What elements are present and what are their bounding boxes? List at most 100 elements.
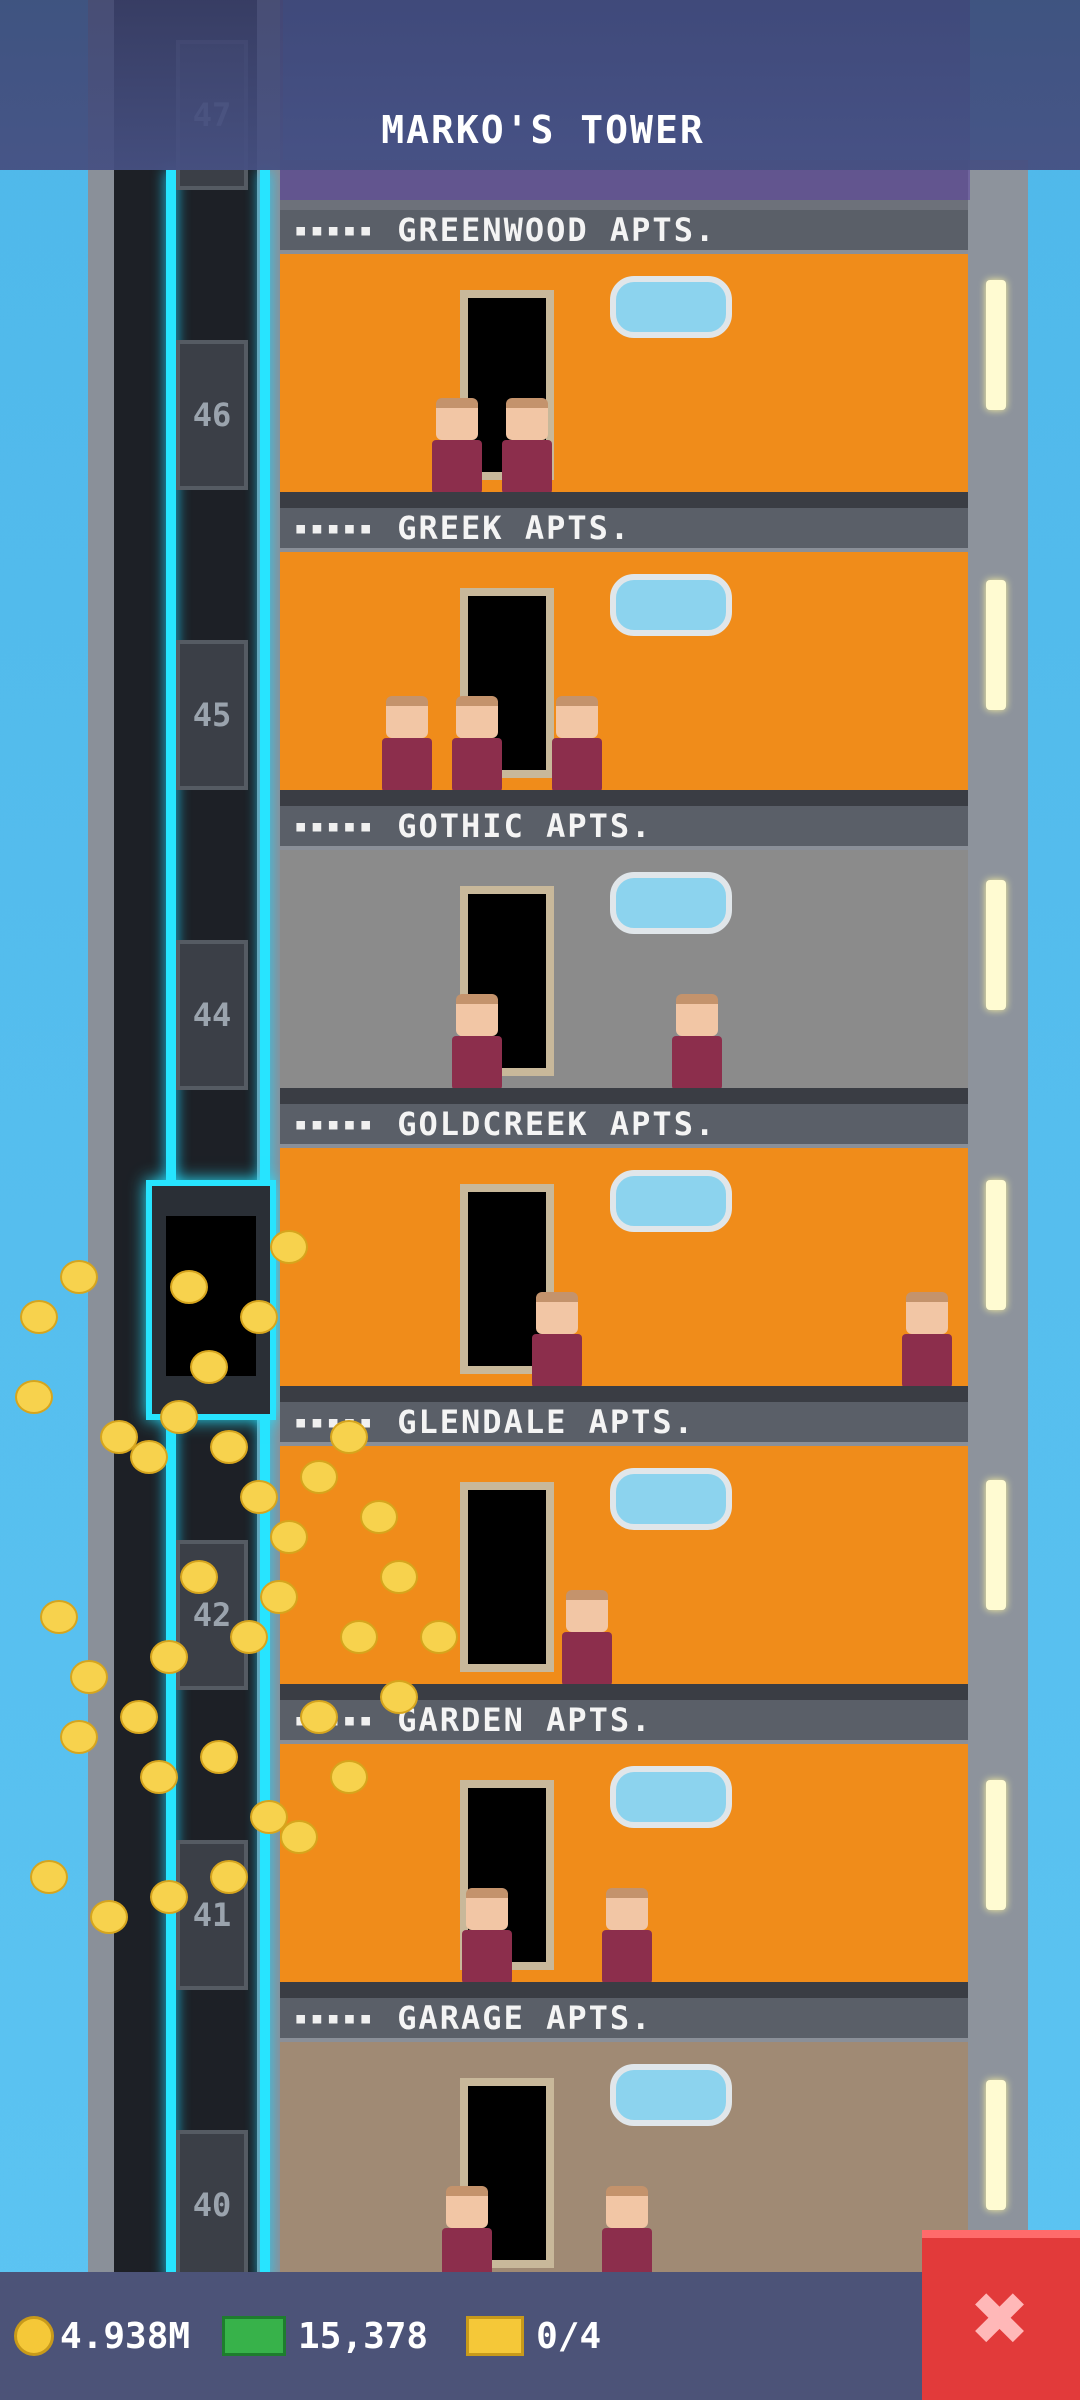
gold-coin [90,1900,128,1934]
floor-room[interactable] [280,850,970,1104]
resident[interactable] [670,994,724,1090]
resident[interactable] [460,1888,514,1984]
floor-rating: ▪▪▪▪▪ [294,813,376,839]
window [610,276,732,338]
floor-number: 46 [176,340,248,490]
gold-coin [20,1300,58,1334]
title-bar: MARKO'S TOWER [0,0,1080,170]
gold-coin [30,1860,68,1894]
resident-body [532,1334,582,1388]
floor[interactable]: ▪▪▪▪▪ GREENWOOD APTS. [280,210,970,508]
window [610,1766,732,1828]
floor-room[interactable] [280,1148,970,1402]
resident[interactable] [450,696,504,792]
apartment-door [460,1482,554,1672]
elevator-shaft: 47 46 45 44 42 41 40 [88,0,283,2280]
resident[interactable] [440,2186,494,2282]
floor-room[interactable] [280,254,970,508]
gold-coin [210,1430,248,1464]
gold-coin [180,1560,218,1594]
gold-coin [300,1460,338,1494]
gold-coin [40,1600,78,1634]
gold-coin [330,1420,368,1454]
bux-icon [222,2316,287,2356]
resident-body [502,440,552,494]
floor-rating: ▪▪▪▪▪ [294,1111,376,1137]
gold-coin [140,1760,178,1794]
floor[interactable]: ▪▪▪▪▪ GARAGE APTS. [280,1998,970,2296]
floor-rating: ▪▪▪▪▪ [294,217,376,243]
floor-room[interactable] [280,1744,970,1998]
resident[interactable] [530,1292,584,1388]
gold-coin [360,1500,398,1534]
floor[interactable]: ▪▪▪▪▪ GOLDCREEK APTS. [280,1104,970,1402]
tower-edge [968,160,1028,2280]
tower-building: ▪▪▪▪▪ GREENWOOD APTS. ▪▪▪▪▪ GREEK APTS. ▪▪▪▪… [280,160,970,2296]
floor[interactable]: ▪▪▪▪▪ GOTHIC APTS. [280,806,970,1104]
tower-light [986,2080,1006,2210]
resident-head [506,398,548,440]
gold-coin [380,1560,418,1594]
resident[interactable] [450,994,504,1090]
bux-stat: 15,378 [204,2316,428,2357]
floor-sign: ▪▪▪▪▪ GARAGE APTS. [280,1998,970,2042]
resident[interactable] [550,696,604,792]
floor-name: GOLDCREEK APTS. [397,1105,717,1143]
resident-body [452,738,502,792]
floor-name: GARAGE APTS. [397,1999,653,2037]
gold-coin [130,1440,168,1474]
tickets-value: 0/4 [536,2315,602,2357]
resident-body [382,738,432,792]
floor-base [280,1982,970,1998]
floor[interactable]: ▪▪▪▪▪ GREEK APTS. [280,508,970,806]
gold-coin [240,1480,278,1514]
resident-head [556,696,598,738]
gold-coin [230,1620,268,1654]
resident-head [906,1292,948,1334]
resident-head [676,994,718,1036]
gold-coin [60,1720,98,1754]
resident-body [902,1334,952,1388]
floor-room[interactable] [280,552,970,806]
gold-coin [270,1520,308,1554]
window [610,872,732,934]
resident-body [452,1036,502,1090]
gold-coin [300,1700,338,1734]
floor-name: GREENWOOD APTS. [397,211,717,249]
floor[interactable]: ▪▪▪▪▪ GLENDALE APTS. [280,1402,970,1700]
floor[interactable]: ▪▪▪▪▪GARDEN APTS. [280,1700,970,1998]
resident[interactable] [600,2186,654,2282]
resident-body [562,1632,612,1686]
floor-base [280,1386,970,1402]
window [610,574,732,636]
gold-coin [280,1820,318,1854]
resident[interactable] [900,1292,954,1388]
resident[interactable] [600,1888,654,1984]
resident[interactable] [560,1590,614,1686]
coin-icon [14,2316,54,2356]
coins-stat: 4.938M [14,2316,190,2357]
resident-head [566,1590,608,1632]
floor-number: 45 [176,640,248,790]
tower-light [986,580,1006,710]
gold-coin [150,1640,188,1674]
resident-head [446,2186,488,2228]
resident-head [386,696,428,738]
floor-room[interactable] [280,2042,970,2296]
elevator-shaft-inner: 47 46 45 44 42 41 40 [114,0,276,2280]
resident-body [602,1930,652,1984]
floor-sign: ▪▪▪▪▪ GLENDALE APTS. [280,1402,970,1446]
close-button[interactable]: ✖ [922,2230,1080,2400]
resident-head [456,994,498,1036]
floor-number: 40 [176,2130,248,2280]
resident-body [462,1930,512,1984]
resident[interactable] [430,398,484,494]
gold-coin [420,1620,458,1654]
resident[interactable] [380,696,434,792]
floor-name: GARDEN APTS. [397,1701,653,1739]
resident[interactable] [500,398,554,494]
resident-head [456,696,498,738]
gold-coin [15,1380,53,1414]
gold-coin [150,1880,188,1914]
floor-sign: ▪▪▪▪▪ GOTHIC APTS. [280,806,970,850]
